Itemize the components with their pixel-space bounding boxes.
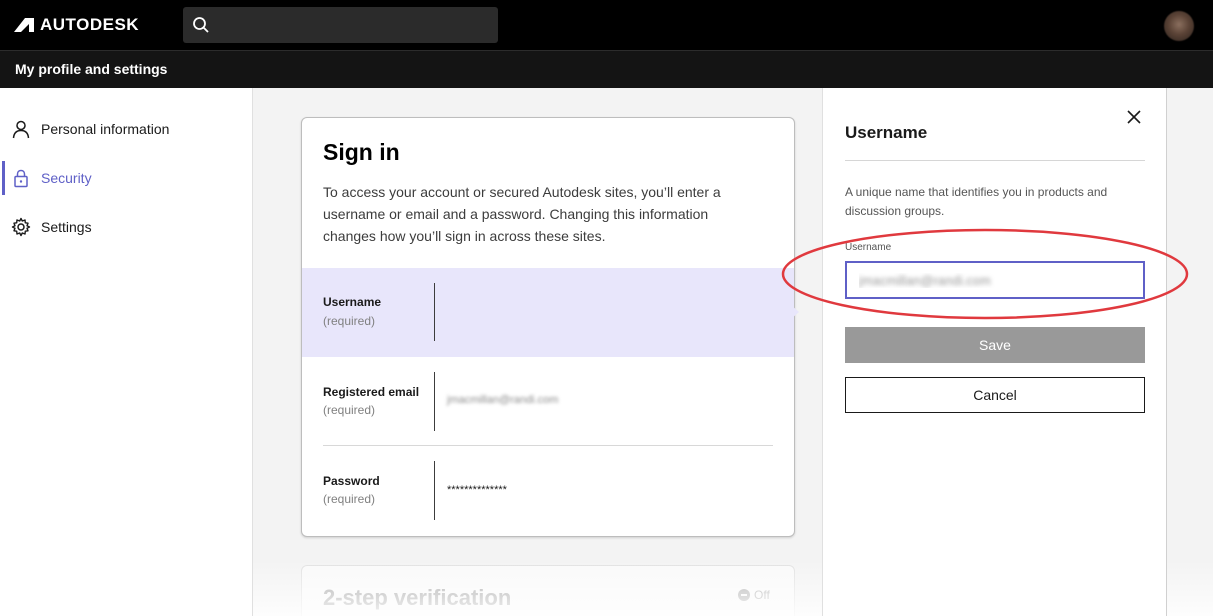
save-button[interactable]: Save <box>845 327 1145 363</box>
two-step-card[interactable]: 2-step verification Off <box>301 565 795 616</box>
gear-icon <box>11 217 31 237</box>
card-description: To access your account or secured Autode… <box>323 184 721 244</box>
row-divider <box>434 283 435 341</box>
sidebar: Personal information Security Settings <box>0 88 253 616</box>
panel-divider <box>845 160 1145 161</box>
autodesk-logo-icon <box>14 18 34 32</box>
registered-email-row[interactable]: Registered email (required) jmacmillan@r… <box>302 357 794 446</box>
autodesk-logo[interactable]: AUTODESK <box>14 14 139 36</box>
search-icon <box>193 17 209 33</box>
top-bar: AUTODESK <box>0 0 1213 50</box>
person-icon <box>12 120 30 139</box>
row-divider <box>434 372 435 431</box>
row-required: (required) <box>323 314 376 328</box>
status-text: Off <box>754 588 770 602</box>
panel-description: A unique name that identifies you in pro… <box>845 185 1108 218</box>
row-value: jmacmillan@randi.com <box>447 394 559 406</box>
lock-icon <box>14 169 28 188</box>
row-value: ************** <box>447 484 507 496</box>
sidebar-item-label: Settings <box>41 219 92 235</box>
sidebar-item-security[interactable]: Security <box>0 159 253 197</box>
row-label: Username <box>323 295 382 309</box>
row-label: Registered email <box>323 385 420 399</box>
panel-title: Username <box>845 123 928 142</box>
row-divider <box>434 461 435 520</box>
cancel-button[interactable]: Cancel <box>845 377 1145 413</box>
username-edit-panel: Username A unique name that identifies y… <box>822 88 1167 616</box>
selection-notch <box>791 305 799 319</box>
username-input[interactable] <box>845 261 1145 299</box>
row-label: Password <box>323 474 380 488</box>
search-input[interactable] <box>183 7 498 43</box>
status-badge: Off <box>738 588 770 602</box>
brand-name: AUTODESK <box>40 15 140 34</box>
sidebar-item-label: Security <box>41 170 92 186</box>
sidebar-item-label: Personal information <box>41 121 170 137</box>
sign-in-card: Sign in To access your account or secure… <box>301 117 799 537</box>
avatar[interactable] <box>1164 11 1194 41</box>
sub-header: My profile and settings <box>0 50 1213 88</box>
username-row[interactable]: Username (required) <box>302 268 794 357</box>
username-field-label: Username <box>845 242 892 253</box>
page-title: My profile and settings <box>15 61 168 77</box>
close-icon[interactable] <box>1125 108 1143 126</box>
card-title: 2-step verification <box>323 585 512 610</box>
sidebar-item-personal-information[interactable]: Personal information <box>0 110 253 148</box>
off-status-icon <box>738 589 750 601</box>
password-row[interactable]: Password (required) ************** <box>302 446 794 536</box>
row-required: (required) <box>323 403 376 417</box>
sidebar-item-settings[interactable]: Settings <box>0 208 253 246</box>
card-title: Sign in <box>323 139 400 165</box>
row-required: (required) <box>323 492 376 506</box>
